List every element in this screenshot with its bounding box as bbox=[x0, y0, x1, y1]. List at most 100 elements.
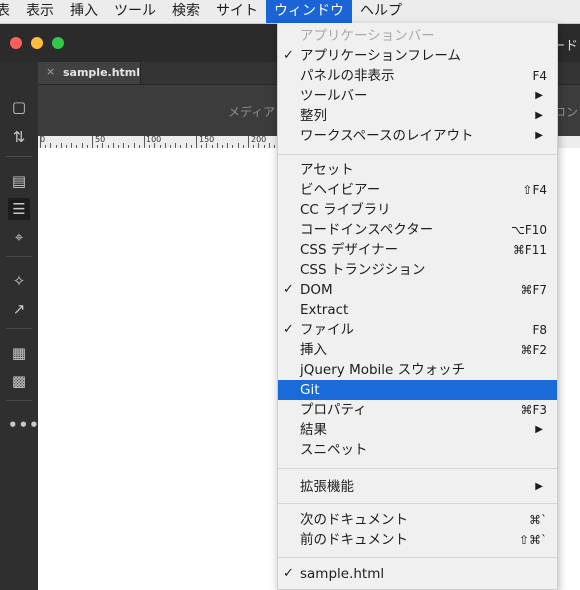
menu-item-code-inspector[interactable]: コードインスペクター ⌥F10 bbox=[278, 220, 557, 240]
menu-item-label: ビヘイビアー bbox=[300, 182, 381, 198]
menu-item-label: DOM bbox=[300, 282, 333, 298]
menu-item-label: 次のドキュメント bbox=[300, 512, 408, 528]
submenu-arrow-icon: ▶ bbox=[535, 90, 543, 101]
more-icon[interactable]: ••• bbox=[8, 414, 39, 436]
menu-site[interactable]: サイト bbox=[208, 0, 266, 23]
menu-item-jquery-mobile-swatches[interactable]: jQuery Mobile スウォッチ bbox=[278, 360, 557, 380]
menu-item-toolbar[interactable]: ツールバー ▶ bbox=[278, 86, 557, 106]
menu-item-label: パネルの非表示 bbox=[300, 68, 395, 84]
menu-item-label: 結果 bbox=[300, 422, 327, 438]
menu-item-next-document[interactable]: 次のドキュメント ⌘` bbox=[278, 510, 557, 530]
menu-bar: 表 表示 挿入 ツール 検索 サイト ウィンドウ ヘルプ bbox=[0, 0, 580, 24]
ruler-tick bbox=[144, 136, 145, 148]
preview-icon[interactable]: ▤ bbox=[8, 170, 30, 192]
menu-item-css-designer[interactable]: CSS デザイナー ⌘F11 bbox=[278, 240, 557, 260]
menu-item-results[interactable]: 結果 ▶ bbox=[278, 420, 557, 440]
menu-item-label: ワークスペースのレイアウト bbox=[300, 128, 474, 144]
menu-separator bbox=[278, 557, 557, 558]
menu-separator bbox=[278, 468, 557, 469]
menu-item-label: CSS デザイナー bbox=[300, 242, 399, 258]
tab-close-icon[interactable]: × bbox=[46, 65, 55, 78]
menu-item-label: jQuery Mobile スウォッチ bbox=[300, 362, 466, 378]
menu-item-label: 前のドキュメント bbox=[300, 532, 408, 548]
target-icon[interactable]: ⌖ bbox=[8, 226, 30, 248]
menu-item-insert[interactable]: 挿入 ⌘F2 bbox=[278, 340, 557, 360]
menu-item-shortcut: ⌘F2 bbox=[520, 343, 547, 357]
toolbar-divider bbox=[6, 328, 32, 329]
media-query-label[interactable]: メディア bbox=[228, 103, 275, 120]
tab-label: sample.html bbox=[63, 66, 141, 79]
menu-item-extract[interactable]: Extract bbox=[278, 300, 557, 320]
menu-insert[interactable]: 挿入 bbox=[62, 0, 106, 23]
ruler-tick bbox=[248, 136, 249, 148]
menu-item-label: Extract bbox=[300, 302, 349, 318]
checkmark-icon: ✓ bbox=[283, 322, 294, 337]
menu-view[interactable]: 表示 bbox=[18, 0, 62, 23]
menu-tools[interactable]: ツール bbox=[106, 0, 164, 23]
menu-item-hide-panels[interactable]: パネルの非表示 F4 bbox=[278, 66, 557, 86]
menu-item-label: スニペット bbox=[300, 442, 368, 458]
menu-item-git[interactable]: Git bbox=[278, 380, 557, 400]
menu-item-cc-libraries[interactable]: CC ライブラリ bbox=[278, 200, 557, 220]
menu-item-shortcut: ⇧F4 bbox=[522, 183, 547, 197]
menu-item-shortcut: ⌘F7 bbox=[520, 283, 547, 297]
menu-item-assets[interactable]: アセット bbox=[278, 160, 557, 180]
align-icon[interactable]: ☰ bbox=[8, 198, 30, 220]
menu-item-label: Git bbox=[300, 382, 320, 398]
menu-item-files[interactable]: ✓ ファイル F8 bbox=[278, 320, 557, 340]
menu-item-label: ツールバー bbox=[300, 88, 368, 104]
checkmark-icon: ✓ bbox=[283, 282, 294, 297]
comment-icon[interactable]: ▦ bbox=[8, 342, 30, 364]
menu-display-partial[interactable]: 表 bbox=[0, 0, 18, 23]
ruler-label: 50 bbox=[95, 135, 106, 144]
submenu-arrow-icon: ▶ bbox=[535, 481, 543, 492]
ruler-tick bbox=[40, 136, 41, 148]
toolbar-divider bbox=[6, 156, 32, 157]
menu-item-label: CSS トランジション bbox=[300, 262, 426, 278]
menu-item-shortcut: ⌘` bbox=[529, 513, 547, 527]
menu-item-shortcut: ⇧⌘` bbox=[518, 533, 547, 547]
transfer-icon[interactable]: ⇅ bbox=[8, 126, 30, 148]
expand-icon[interactable]: ✧ bbox=[8, 270, 30, 292]
menu-item-css-transitions[interactable]: CSS トランジション bbox=[278, 260, 557, 280]
minimize-window-button[interactable] bbox=[31, 37, 43, 49]
menu-item-label: プロパティ bbox=[300, 402, 367, 418]
menu-item-shortcut: ⌘F11 bbox=[512, 243, 547, 257]
menu-item-extensions[interactable]: 拡張機能 ▶ bbox=[278, 477, 557, 497]
menu-item-behaviors[interactable]: ビヘイビアー ⇧F4 bbox=[278, 180, 557, 200]
menu-separator bbox=[278, 154, 557, 155]
submenu-arrow-icon: ▶ bbox=[535, 424, 543, 435]
menu-item-application-frame[interactable]: ✓ アプリケーションフレーム bbox=[278, 46, 557, 66]
menu-item-arrange[interactable]: 整列 ▶ bbox=[278, 106, 557, 126]
file-icon[interactable]: ▢ bbox=[8, 96, 30, 118]
menu-item-dom[interactable]: ✓ DOM ⌘F7 bbox=[278, 280, 557, 300]
menu-item-shortcut: F8 bbox=[532, 323, 547, 337]
menu-item-previous-document[interactable]: 前のドキュメント ⇧⌘` bbox=[278, 530, 557, 550]
menu-item-snippets[interactable]: スニペット bbox=[278, 440, 557, 460]
menu-item-shortcut: F4 bbox=[532, 69, 547, 83]
menu-item-document-sample-html[interactable]: ✓ sample.html bbox=[278, 564, 557, 584]
wand-icon[interactable]: ↗ bbox=[8, 298, 30, 320]
menu-item-label: CC ライブラリ bbox=[300, 202, 391, 218]
menu-item-workspace-layout[interactable]: ワークスペースのレイアウト ▶ bbox=[278, 126, 557, 146]
menu-window[interactable]: ウィンドウ bbox=[266, 0, 352, 23]
checkmark-icon: ✓ bbox=[283, 48, 294, 63]
menu-help[interactable]: ヘルプ bbox=[352, 0, 410, 23]
submenu-arrow-icon: ▶ bbox=[535, 110, 543, 121]
menu-item-label: 整列 bbox=[300, 108, 327, 124]
submenu-arrow-icon: ▶ bbox=[535, 130, 543, 141]
toolbar-divider bbox=[6, 256, 32, 257]
menu-find[interactable]: 検索 bbox=[164, 0, 208, 23]
window-menu-dropdown: アプリケーションバー ✓ アプリケーションフレーム パネルの非表示 F4 ツール… bbox=[277, 23, 558, 590]
menu-item-label: sample.html bbox=[300, 566, 385, 582]
checkmark-icon: ✓ bbox=[283, 566, 294, 581]
comment-check-icon[interactable]: ▩ bbox=[8, 370, 30, 392]
tab-sample-html[interactable]: × sample.html bbox=[38, 62, 141, 84]
left-toolbar: ▢ ⇅ ▤ ☰ ⌖ ✧ ↗ ▦ ▩ ••• bbox=[0, 62, 39, 590]
menu-item-shortcut: ⌥F10 bbox=[511, 223, 547, 237]
close-window-button[interactable] bbox=[10, 37, 22, 49]
menu-item-properties[interactable]: プロパティ ⌘F3 bbox=[278, 400, 557, 420]
menu-item-label: アセット bbox=[300, 162, 354, 178]
menu-item-label: コードインスペクター bbox=[300, 222, 434, 238]
zoom-window-button[interactable] bbox=[52, 37, 64, 49]
